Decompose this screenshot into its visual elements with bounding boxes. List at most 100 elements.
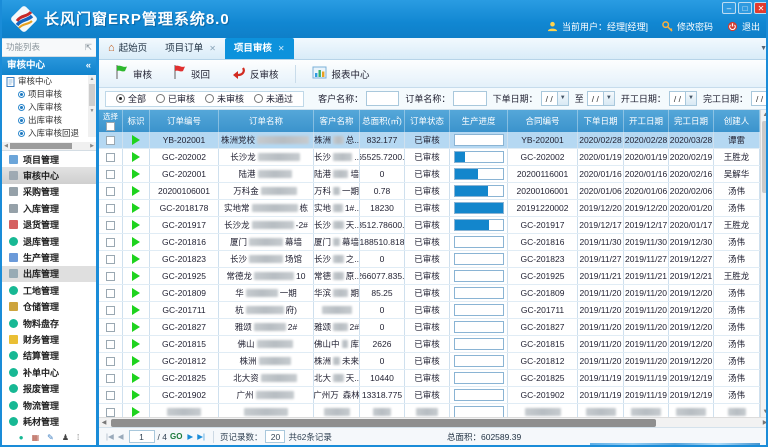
start-date-input[interactable]: / / ▼ [669, 91, 697, 106]
row-checkbox[interactable] [106, 221, 115, 230]
cart-icon[interactable]: ▦ [32, 433, 40, 443]
column-header-0[interactable]: 选择 [99, 110, 123, 132]
table-row-11[interactable]: GC-201827雅颂2#雅颂2#0已审核GC-2018272019/11/20… [99, 319, 760, 336]
sidebar-item-16[interactable]: 耗材管理 [2, 413, 96, 429]
tree-node-3[interactable]: 入库审核回退 [2, 127, 96, 140]
column-header-2[interactable]: 订单编号 [150, 110, 219, 132]
minimize-button[interactable]: – [722, 2, 736, 14]
sidebar-item-14[interactable]: 报废管理 [2, 380, 96, 396]
row-checkbox[interactable] [106, 272, 115, 281]
status-icon[interactable]: ● [19, 433, 24, 443]
logout-button[interactable]: 退出 [727, 20, 760, 33]
table-row-2[interactable]: GC-202001陆港陆港墙0已审核202001160012020/01/162… [99, 166, 760, 183]
tab-close-icon[interactable]: ✕ [209, 38, 216, 59]
column-header-12[interactable]: 创建人 [714, 110, 760, 132]
table-row-16[interactable] [99, 404, 760, 417]
scroll-right-icon[interactable]: ▶ [760, 419, 768, 426]
page-number-input[interactable]: 1 [129, 430, 155, 443]
column-header-8[interactable]: 合同编号 [508, 110, 578, 132]
column-header-10[interactable]: 开工日期 [624, 110, 669, 132]
sidebar-item-0[interactable]: 项目管理 [2, 151, 96, 167]
tree-node-root[interactable]: 审核中心 [2, 75, 96, 88]
row-checkbox[interactable] [106, 136, 115, 145]
column-header-1[interactable]: 标识 [123, 110, 150, 132]
scroll-left-icon[interactable]: ◀ [99, 419, 109, 426]
table-row-14[interactable]: GC-201825北大资北大天..10440已审核GC-2018252019/1… [99, 370, 760, 387]
table-row-4[interactable]: GC-2018178实地常栋实地1#..18230已审核201912200022… [99, 200, 760, 217]
status-radio-1[interactable]: 已审核 [156, 92, 195, 105]
table-row-13[interactable]: GC-201812株洲株洲未来0已审核GC-2018122019/11/2020… [99, 353, 760, 370]
scroll-down-icon[interactable]: ▼ [88, 107, 96, 115]
calendar-dropdown-icon[interactable]: ▼ [557, 92, 568, 105]
row-checkbox[interactable] [106, 323, 115, 332]
column-header-9[interactable]: 下单日期 [578, 110, 624, 132]
tree-node-2[interactable]: 出库审核 [2, 114, 96, 127]
tab-1[interactable]: 项目订单✕ [156, 38, 225, 59]
close-button[interactable]: ✕ [754, 2, 768, 14]
order-date-from-input[interactable]: / / ▼ [541, 91, 569, 106]
row-checkbox[interactable] [106, 187, 115, 196]
sidebar-item-11[interactable]: 财务管理 [2, 331, 96, 347]
sidebar-item-7[interactable]: 出库管理 [2, 266, 96, 282]
last-page-button[interactable]: ▶| [197, 432, 205, 441]
status-radio-0[interactable]: 全部 [116, 92, 146, 105]
tree-horizontal-scrollbar[interactable]: ◀ ▶ [2, 142, 96, 150]
row-checkbox[interactable] [106, 374, 115, 383]
row-checkbox[interactable] [106, 289, 115, 298]
table-row-6[interactable]: GC-201816厦门幕墙厦门幕墙188510.818已审核GC-2018162… [99, 234, 760, 251]
sidebar-item-2[interactable]: 采购管理 [2, 184, 96, 200]
table-row-3[interactable]: 20200106001万科金万科一期0.78已审核202001060012020… [99, 183, 760, 200]
prev-page-button[interactable]: ◀ [118, 432, 124, 441]
row-checkbox[interactable] [106, 357, 115, 366]
pen-icon[interactable]: ✎ [47, 433, 54, 443]
table-horizontal-scrollbar[interactable]: ◀ ▶ [99, 417, 768, 427]
scroll-up-icon[interactable]: ▲ [88, 75, 96, 83]
table-vertical-scrollbar[interactable]: ▲ ▼ [760, 110, 768, 417]
maximize-button[interactable]: □ [738, 2, 752, 14]
finish-date-input[interactable]: / / [751, 91, 768, 106]
table-row-9[interactable]: GC-201809华一期华滨期85.25已审核GC-2018092019/11/… [99, 285, 760, 302]
table-row-10[interactable]: GC-201711杭府)0已审核GC-2017112019/11/202019/… [99, 302, 760, 319]
sidebar-item-6[interactable]: 生产管理 [2, 249, 96, 265]
row-checkbox[interactable] [106, 204, 115, 213]
column-header-5[interactable]: 总面积(㎡) [360, 110, 405, 132]
column-header-11[interactable]: 完工日期 [669, 110, 714, 132]
toolbar-button-0[interactable]: 审核 [107, 61, 159, 86]
calendar-dropdown-icon[interactable]: ▼ [603, 92, 614, 105]
customer-name-input[interactable] [366, 91, 399, 106]
column-header-4[interactable]: 客户名称 [314, 110, 360, 132]
tab-0[interactable]: ⌂起始页 [99, 38, 156, 59]
sidebar-item-1[interactable]: 审核中心 [2, 167, 96, 183]
more-icon[interactable]: ⁞ [77, 433, 79, 443]
sidebar-item-4[interactable]: 退货管理 [2, 217, 96, 233]
column-header-6[interactable]: 订单状态 [405, 110, 450, 132]
table-row-5[interactable]: GC-201917长沙龙-2#长沙天..8512.78600..已审核GC-20… [99, 217, 760, 234]
row-checkbox[interactable] [106, 340, 115, 349]
table-row-12[interactable]: GC-201815佛山佛山中库2626已审核GC-2018152019/11/2… [99, 336, 760, 353]
calendar-dropdown-icon[interactable]: ▼ [685, 92, 696, 105]
table-row-7[interactable]: GC-201823长沙场馆长沙之..0已审核GC-2018232019/11/2… [99, 251, 760, 268]
table-row-1[interactable]: GC-202002长沙龙长沙..65525.7200..已审核GC-202002… [99, 149, 760, 166]
row-checkbox[interactable] [106, 153, 115, 162]
column-header-7[interactable]: 生产进度 [450, 110, 508, 132]
first-page-button[interactable]: |◀ [106, 432, 114, 441]
sidebar-item-9[interactable]: 仓储管理 [2, 299, 96, 315]
sidebar-item-12[interactable]: 结算管理 [2, 348, 96, 364]
row-checkbox[interactable] [106, 408, 115, 417]
tab-2[interactable]: 项目审核✕ [225, 38, 294, 59]
order-name-input[interactable] [453, 91, 486, 106]
go-button[interactable]: GO [170, 432, 182, 441]
row-checkbox[interactable] [106, 238, 115, 247]
group-header[interactable]: 审核中心 « [2, 57, 96, 75]
order-date-to-input[interactable]: / / ▼ [587, 91, 615, 106]
sidebar-item-3[interactable]: 入库管理 [2, 200, 96, 216]
scroll-down-icon[interactable]: ▼ [761, 407, 768, 417]
sidebar-item-5[interactable]: 退库管理 [2, 233, 96, 249]
scroll-right-icon[interactable]: ▶ [88, 143, 96, 149]
tab-close-icon[interactable]: ✕ [278, 38, 285, 59]
user-icon[interactable]: ♟ [62, 433, 69, 443]
page-size-input[interactable]: 20 [265, 430, 285, 443]
toolbar-button-2[interactable]: 反审核 [223, 62, 286, 85]
toolbar-button-3[interactable]: 报表中心 [305, 62, 377, 85]
toolbar-button-1[interactable]: 驳回 [165, 61, 217, 86]
